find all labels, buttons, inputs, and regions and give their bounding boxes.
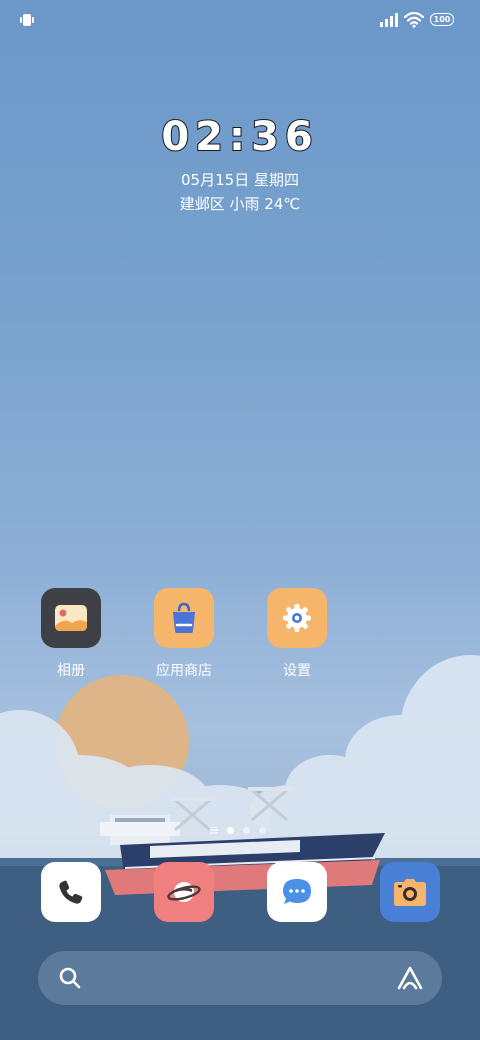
clock-widget[interactable]: 02:36 05月15日 星期四 建邺区 小雨 24℃ <box>0 113 480 216</box>
page-dot-active <box>227 826 234 834</box>
dock-messages[interactable] <box>267 862 327 922</box>
wifi-icon <box>404 12 424 28</box>
app-gallery-tile[interactable] <box>41 588 101 648</box>
dock-camera[interactable] <box>380 862 440 922</box>
camera-icon <box>394 879 426 906</box>
app-store-tile[interactable] <box>154 588 214 648</box>
shopping-bag-icon <box>173 602 195 633</box>
app-settings[interactable]: 设置 <box>247 588 347 680</box>
status-bar: 100 <box>0 0 480 42</box>
gear-icon <box>283 604 311 632</box>
battery-level: 100 <box>433 14 451 24</box>
dock-browser[interactable] <box>154 862 214 922</box>
clock-weather: 建邺区 小雨 24℃ <box>179 195 301 213</box>
message-icon <box>283 879 311 904</box>
app-gallery[interactable]: 相册 <box>21 588 121 680</box>
page-dot <box>259 826 266 834</box>
app-store[interactable]: 应用商店 <box>134 588 234 680</box>
phone-icon <box>59 880 83 904</box>
clock-date: 05月15日 星期四 <box>181 171 299 189</box>
browser-planet-icon <box>167 882 201 902</box>
search-bar[interactable] <box>38 951 442 1005</box>
dock-phone[interactable] <box>41 862 101 922</box>
vibrate-icon <box>20 14 34 26</box>
clock-time: 02:36 <box>160 113 319 161</box>
battery-icon: 100 <box>430 13 454 26</box>
page-indicator[interactable] <box>210 824 266 836</box>
assistant-icon[interactable] <box>396 965 424 991</box>
minus-one-screen-indicator <box>210 826 218 834</box>
gallery-icon <box>55 605 87 631</box>
app-settings-tile[interactable] <box>267 588 327 648</box>
app-store-label: 应用商店 <box>156 663 212 679</box>
page-dot <box>243 826 250 834</box>
app-settings-label: 设置 <box>283 663 311 679</box>
signal-icon <box>380 13 398 27</box>
app-gallery-label: 相册 <box>57 663 85 679</box>
search-icon[interactable] <box>58 966 82 990</box>
